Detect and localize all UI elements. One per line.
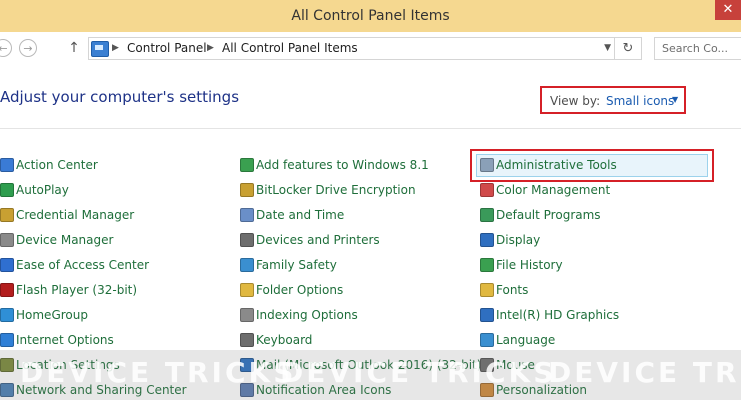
- search-box[interactable]: [654, 37, 741, 60]
- watermark-text: DEVICE TRICKS: [280, 356, 557, 389]
- refresh-button[interactable]: ↻: [614, 38, 641, 59]
- flash-icon: [0, 283, 14, 297]
- admin-tools-icon: [480, 158, 494, 172]
- control-panel-item-label: Administrative Tools: [496, 158, 617, 172]
- back-button[interactable]: ←: [0, 39, 12, 57]
- control-panel-item-label: Color Management: [496, 183, 611, 197]
- control-panel-item-label: Devices and Printers: [256, 233, 380, 247]
- control-panel-item-label: BitLocker Drive Encryption: [256, 183, 416, 197]
- control-panel-item-label: Default Programs: [496, 208, 601, 222]
- title-bar: All Control Panel Items ✕: [0, 0, 741, 32]
- control-panel-icon: [91, 41, 109, 57]
- control-panel-item-label: Fonts: [496, 283, 529, 297]
- language-icon: [480, 333, 494, 347]
- control-panel-item-label: Display: [496, 233, 541, 247]
- default-programs-icon: [480, 208, 494, 222]
- control-panel-item-label: Intel(R) HD Graphics: [496, 308, 620, 322]
- control-panel-item-label: Add features to Windows 8.1: [256, 158, 429, 172]
- header-divider: [0, 128, 741, 129]
- breadcrumb-separator: ▶: [207, 43, 214, 53]
- view-by-dropdown[interactable]: Small icons: [606, 94, 674, 108]
- search-input[interactable]: [655, 38, 741, 59]
- bitlocker-icon: [240, 183, 254, 197]
- control-panel-item-label: AutoPlay: [16, 183, 69, 197]
- device-manager-icon: [0, 233, 14, 247]
- control-panel-item-label: Language: [496, 333, 556, 347]
- address-dropdown-icon[interactable]: ▼: [604, 38, 611, 59]
- window-title: All Control Panel Items: [291, 8, 450, 24]
- globe-icon: [0, 333, 14, 347]
- display-icon: [480, 233, 494, 247]
- address-bar[interactable]: ▶ Control Panel ▶ All Control Panel Item…: [88, 37, 642, 60]
- control-panel-item-label: Action Center: [16, 158, 98, 172]
- clock-icon: [240, 208, 254, 222]
- control-panel-item-label: Internet Options: [16, 333, 114, 347]
- add-features-icon: [240, 158, 254, 172]
- watermark-text: DEVICE TRICKS: [20, 356, 297, 389]
- page-heading: Adjust your computer's settings: [0, 88, 240, 106]
- homegroup-icon: [0, 308, 14, 322]
- folder-icon: [240, 283, 254, 297]
- control-panel-item-label: Keyboard: [256, 333, 313, 347]
- control-panel-item-label: Flash Player (32-bit): [16, 283, 138, 297]
- view-by-label: View by:: [550, 94, 601, 108]
- control-panel-item-label: Date and Time: [256, 208, 345, 222]
- forward-button[interactable]: →: [19, 39, 37, 57]
- view-by-highlight: View by: Small icons ▼: [540, 86, 686, 114]
- control-panel-item-label: Ease of Access Center: [16, 258, 150, 272]
- watermark-text: DEVICE TRI: [548, 356, 741, 389]
- control-panel-item-label: Credential Manager: [16, 208, 135, 222]
- control-panel-item-label: File History: [496, 258, 563, 272]
- printer-icon: [240, 233, 254, 247]
- vault-icon: [0, 208, 14, 222]
- navigation-bar: ← → ↑ ▶ Control Panel ▶ All Control Pane…: [0, 32, 741, 65]
- breadcrumb-all-items[interactable]: All Control Panel Items: [222, 38, 358, 59]
- keyboard-icon: [240, 333, 254, 347]
- file-history-icon: [480, 258, 494, 272]
- breadcrumb-control-panel[interactable]: Control Panel: [127, 38, 207, 59]
- control-panel-item-label: Family Safety: [256, 258, 337, 272]
- control-panel-item-label: Indexing Options: [256, 308, 358, 322]
- breadcrumb-separator: ▶: [112, 43, 119, 53]
- indexing-icon: [240, 308, 254, 322]
- fonts-icon: [480, 283, 494, 297]
- color-management-icon: [480, 183, 494, 197]
- flag-icon: [0, 158, 14, 172]
- control-panel-item-label: Folder Options: [256, 283, 344, 297]
- ease-of-access-icon: [0, 258, 14, 272]
- watermark-band: DEVICE TRICKS DEVICE TRICKS DEVICE TRI: [0, 350, 741, 400]
- control-panel-item-label: HomeGroup: [16, 308, 88, 322]
- up-button[interactable]: ↑: [66, 38, 82, 58]
- family-safety-icon: [240, 258, 254, 272]
- autoplay-icon: [0, 183, 14, 197]
- control-panel-item-label: Device Manager: [16, 233, 114, 247]
- view-by-arrow-icon[interactable]: ▼: [672, 95, 678, 104]
- intel-graphics-icon: [480, 308, 494, 322]
- close-button[interactable]: ✕: [715, 0, 741, 20]
